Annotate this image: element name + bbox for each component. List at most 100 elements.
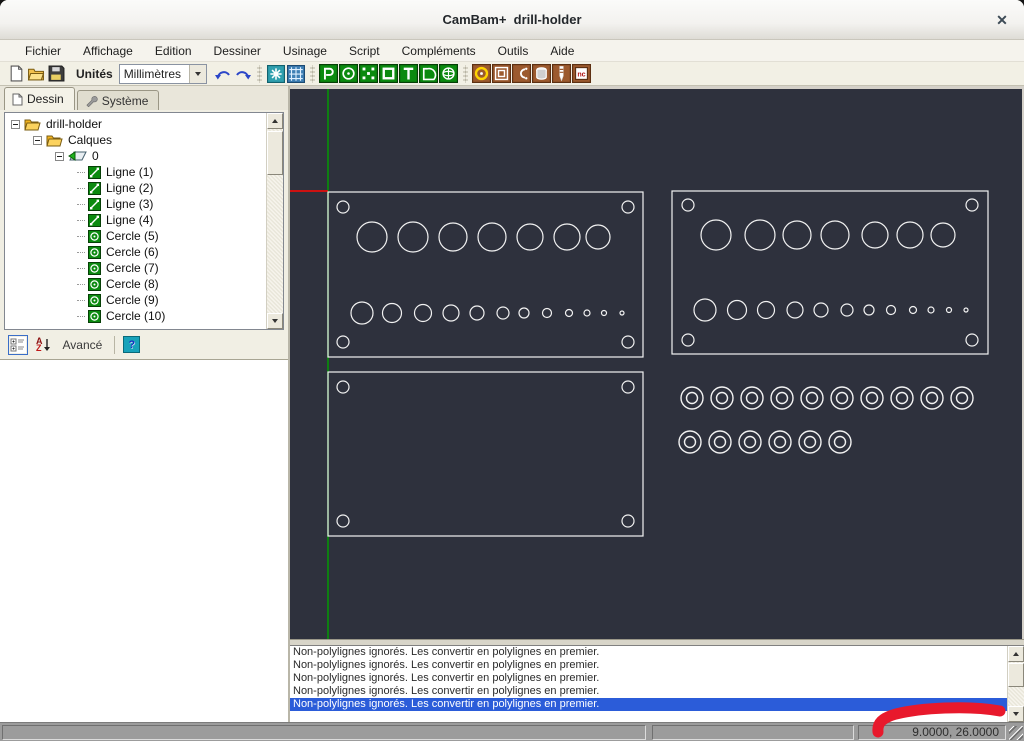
new-file-button[interactable] [6, 64, 26, 84]
tab-systeme[interactable]: Système [77, 90, 160, 110]
circle-object-icon [88, 310, 101, 323]
tab-dessin[interactable]: Dessin [4, 87, 75, 110]
categorized-button[interactable] [8, 335, 28, 355]
profile-op-button[interactable] [532, 64, 552, 84]
log-line[interactable]: Non-polylignes ignorés. Les convertir en… [290, 659, 1007, 672]
status-bar: 9.0000, 26.0000 [0, 722, 1024, 741]
tree-item-label: Cercle (9) [106, 293, 159, 307]
log-scrollbar[interactable] [1007, 646, 1024, 722]
tab-dessin-label: Dessin [27, 92, 64, 106]
tree-connector [77, 188, 85, 189]
draw-circle-button[interactable] [339, 64, 359, 84]
menu-item-complements[interactable]: Compléments [391, 42, 487, 60]
line-object-icon [88, 198, 101, 211]
tree-item[interactable]: Ligne (4) [5, 212, 266, 228]
coordinates-display: 9.0000, 26.0000 [858, 725, 1006, 740]
draw-arc-button[interactable] [419, 64, 439, 84]
help-button[interactable]: ? [123, 336, 140, 353]
sort-alphabetical-button[interactable]: A Z [36, 338, 51, 352]
log-line[interactable]: Non-polylignes ignorés. Les convertir en… [290, 646, 1007, 659]
chevron-down-icon [195, 72, 201, 76]
circle-object-icon [88, 262, 101, 275]
tree-item[interactable]: Cercle (5) [5, 228, 266, 244]
log-line[interactable]: Non-polylignes ignorés. Les convertir en… [290, 685, 1007, 698]
scroll-down-button[interactable] [1008, 706, 1024, 722]
draw-polyline-button[interactable] [319, 64, 339, 84]
menu-item-dessiner[interactable]: Dessiner [203, 42, 272, 60]
log-line[interactable]: Non-polylignes ignorés. Les convertir en… [290, 672, 1007, 685]
left-panel: Dessin Système drill-holderCalques0Ligne… [0, 86, 290, 722]
folder-icon [46, 134, 63, 147]
collapse-toggle[interactable] [33, 136, 42, 145]
menu-item-outils[interactable]: Outils [487, 42, 540, 60]
close-icon[interactable]: ✕ [992, 10, 1012, 30]
tree-item[interactable]: Cercle (10) [5, 308, 266, 324]
draw-surface-button[interactable] [439, 64, 459, 84]
advanced-button[interactable]: Avancé [59, 338, 107, 352]
units-combobox[interactable]: Millimètres [119, 64, 207, 84]
scroll-up-button[interactable] [1008, 646, 1024, 662]
grid-toggle-button[interactable] [286, 64, 306, 84]
tree-item-label: Ligne (4) [106, 213, 153, 227]
scroll-thumb[interactable] [267, 131, 283, 175]
scroll-up-button[interactable] [267, 113, 283, 129]
tree-item[interactable]: Ligne (2) [5, 180, 266, 196]
save-button[interactable] [46, 64, 66, 84]
collapse-toggle[interactable] [55, 152, 64, 161]
tree-connector [77, 204, 85, 205]
canvas-background [290, 89, 1022, 639]
tree-item[interactable]: 0 [5, 148, 266, 164]
panel-tabs: Dessin Système [0, 86, 288, 110]
menu-item-affichage[interactable]: Affichage [72, 42, 144, 60]
drill-bit-op-button[interactable] [552, 64, 572, 84]
circle-object-icon [88, 294, 101, 307]
menu-item-usinage[interactable]: Usinage [272, 42, 338, 60]
tree-item[interactable]: Cercle (9) [5, 292, 266, 308]
tree-item[interactable]: Calques [5, 132, 266, 148]
tree-item[interactable]: Ligne (1) [5, 164, 266, 180]
log-line[interactable]: Non-polylignes ignorés. Les convertir en… [290, 698, 1007, 711]
drawing-tree: drill-holderCalques0Ligne (1)Ligne (2)Li… [4, 112, 284, 330]
tree-connector [77, 236, 85, 237]
units-value: Millimètres [120, 67, 189, 81]
draw-text-button[interactable] [399, 64, 419, 84]
property-grid [0, 360, 288, 722]
menu-item-fichier[interactable]: Fichier [14, 42, 72, 60]
undo-button[interactable] [213, 64, 233, 84]
drill-op-button[interactable] [472, 64, 492, 84]
nc-file-op-button[interactable]: nc [572, 64, 592, 84]
menu-item-edition[interactable]: Edition [144, 42, 203, 60]
draw-points-button[interactable] [359, 64, 379, 84]
collapse-toggle[interactable] [11, 120, 20, 129]
tree-scrollbar[interactable] [266, 113, 283, 329]
tree-item[interactable]: Cercle (8) [5, 276, 266, 292]
snap-toggle-button[interactable] [266, 64, 286, 84]
scroll-thumb[interactable] [1008, 663, 1024, 687]
properties-toolbar: A Z Avancé ? [0, 330, 288, 360]
drawing-canvas[interactable] [290, 86, 1024, 639]
units-dropdown-button[interactable] [189, 65, 206, 83]
wrench-icon [85, 95, 98, 107]
tree-item[interactable]: Cercle (6) [5, 244, 266, 260]
status-cell [2, 725, 646, 740]
folder-icon [24, 118, 41, 131]
menu-item-aide[interactable]: Aide [539, 42, 585, 60]
redo-button[interactable] [233, 64, 253, 84]
scroll-down-button[interactable] [267, 313, 283, 329]
tree-connector [77, 220, 85, 221]
circle-object-icon [88, 246, 101, 259]
tree-item[interactable]: Cercle (7) [5, 260, 266, 276]
tree-item[interactable]: drill-holder [5, 116, 266, 132]
menu-item-script[interactable]: Script [338, 42, 391, 60]
open-file-button[interactable] [26, 64, 46, 84]
app-window: CamBam+ drill-holder ✕ FichierAffichageE… [0, 0, 1024, 741]
layer-icon [68, 150, 87, 162]
resize-grip[interactable] [1009, 726, 1023, 740]
engrave-op-button[interactable] [512, 64, 532, 84]
tree-item-label: Calques [68, 133, 112, 147]
draw-rectangle-button[interactable] [379, 64, 399, 84]
pocket-op-button[interactable] [492, 64, 512, 84]
status-cell [652, 725, 854, 740]
tree-item[interactable]: Ligne (3) [5, 196, 266, 212]
tree-item-label: 0 [92, 149, 99, 163]
